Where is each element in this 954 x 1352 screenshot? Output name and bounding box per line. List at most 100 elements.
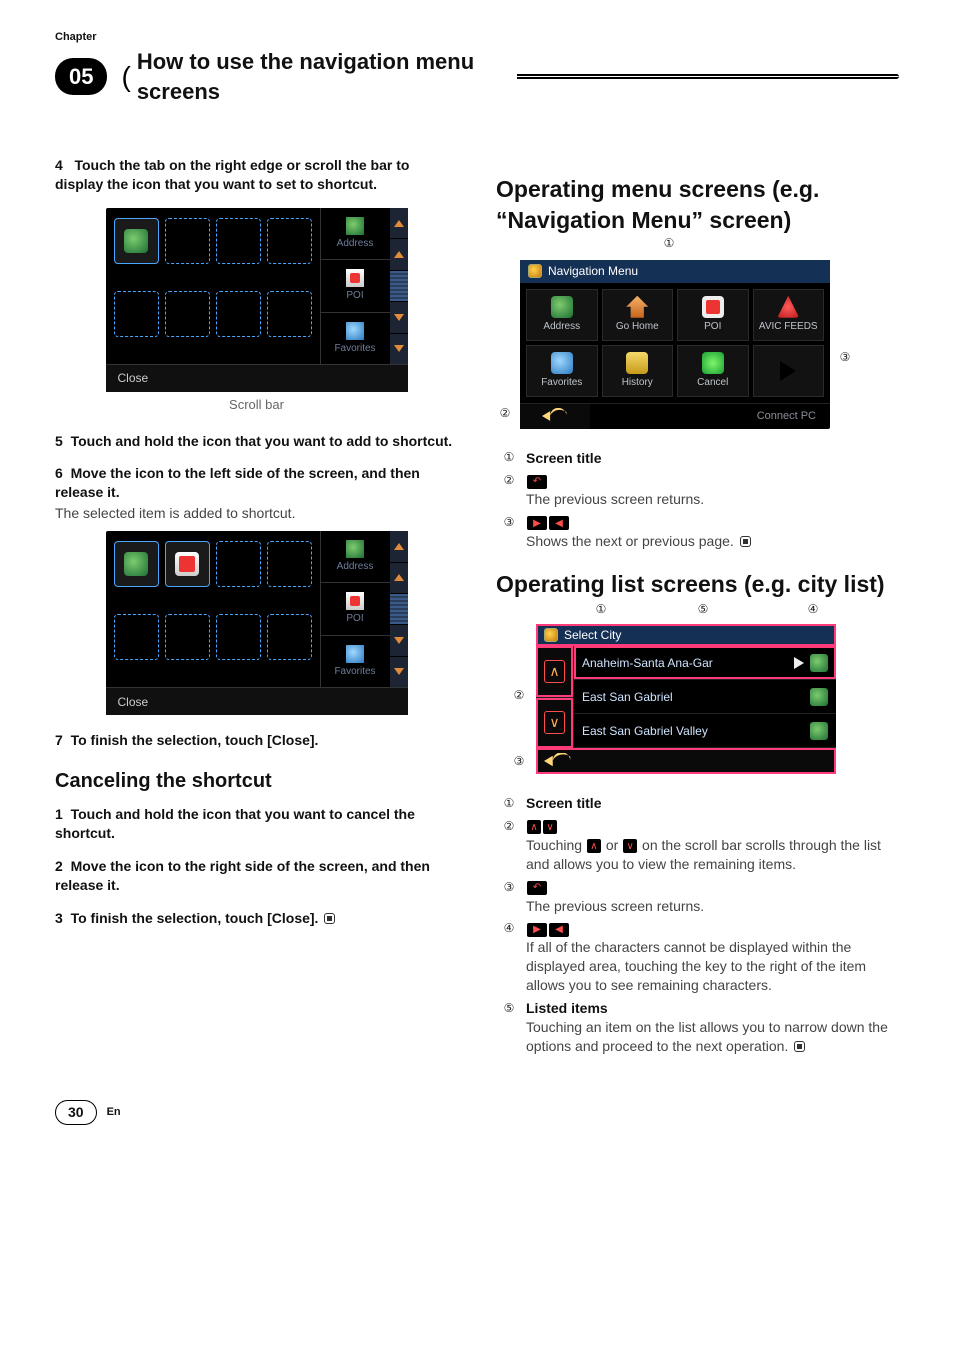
chevron-up-icon: ∧ bbox=[544, 660, 564, 683]
next-page-icon: ▶ bbox=[527, 516, 547, 530]
city-list-screenshot: Select City ∧ ∨ Anaheim-Santa Ana-Gar bbox=[536, 624, 836, 774]
tab-favorites[interactable]: Favorites bbox=[321, 636, 390, 687]
list-item[interactable]: East San Gabriel bbox=[574, 680, 836, 714]
page-number: 30 bbox=[55, 1100, 97, 1125]
cancel-step-1: 1 Touch and hold the icon that you want … bbox=[55, 805, 458, 843]
menu-favorites[interactable]: Favorites bbox=[526, 345, 598, 397]
scroll-down-icon: ∨ bbox=[623, 839, 637, 853]
left-column: 4 Touch the tab on the right edge or scr… bbox=[55, 156, 458, 1060]
shortcut-slot[interactable] bbox=[114, 218, 159, 264]
chevron-up-icon bbox=[394, 251, 404, 258]
scroll-down-button[interactable] bbox=[390, 334, 408, 364]
scroll-up-button[interactable] bbox=[390, 563, 408, 594]
menu-address[interactable]: Address bbox=[526, 289, 598, 341]
list-item[interactable]: East San Gabriel Valley bbox=[574, 714, 836, 748]
list-callout-1: ① Screen title bbox=[500, 794, 899, 813]
shortcut-slot[interactable] bbox=[165, 218, 210, 264]
scroll-down-button[interactable] bbox=[390, 657, 408, 687]
tab-address[interactable]: Address bbox=[321, 208, 390, 260]
shortcut-slot[interactable] bbox=[114, 291, 159, 337]
scrollbar-caption: Scroll bar bbox=[55, 396, 458, 414]
globe-icon bbox=[346, 217, 364, 235]
header-rule bbox=[517, 74, 899, 79]
list-scroll-up[interactable]: ∧ bbox=[536, 646, 573, 698]
shortcut-slot[interactable] bbox=[267, 218, 312, 264]
shortcut-slot[interactable] bbox=[216, 218, 261, 264]
more-text-icon[interactable] bbox=[794, 657, 804, 669]
menu-poi[interactable]: POI bbox=[677, 289, 749, 341]
chevron-up-icon bbox=[394, 543, 404, 550]
scroll-track[interactable] bbox=[390, 594, 408, 625]
step-6-body: The selected item is added to shortcut. bbox=[55, 504, 458, 523]
shortcut-slot[interactable] bbox=[165, 291, 210, 337]
menu-go-home[interactable]: Go Home bbox=[602, 289, 674, 341]
tab-poi[interactable]: POI bbox=[321, 583, 390, 635]
back-arrow-icon bbox=[544, 753, 572, 769]
scroll-track[interactable] bbox=[390, 271, 408, 302]
step-5: 5 Touch and hold the icon that you want … bbox=[55, 432, 458, 451]
scroll-up-button[interactable] bbox=[390, 531, 408, 562]
favorites-icon bbox=[346, 322, 364, 340]
back-button[interactable] bbox=[520, 404, 590, 429]
list-callout-5: ⑤ Listed items Touching an item on the l… bbox=[500, 999, 899, 1056]
favorites-icon bbox=[346, 645, 364, 663]
home-icon bbox=[626, 296, 648, 318]
tab-address[interactable]: Address bbox=[321, 531, 390, 583]
scroll-up-button[interactable] bbox=[390, 239, 408, 270]
scroll-up-button[interactable] bbox=[390, 208, 408, 239]
back-button[interactable] bbox=[536, 748, 836, 774]
annotation-2: ② bbox=[510, 686, 528, 704]
globe-icon bbox=[124, 552, 148, 576]
annotation-2: ② bbox=[496, 405, 514, 423]
section-end-icon bbox=[740, 536, 751, 547]
scroll-down-button[interactable] bbox=[390, 302, 408, 333]
screen-title: Select City bbox=[564, 627, 621, 643]
chapter-header: 05 ( How to use the navigation menu scre… bbox=[55, 47, 899, 106]
app-logo-icon bbox=[528, 264, 542, 278]
list-item[interactable]: Anaheim-Santa Ana-Gar bbox=[574, 646, 836, 680]
connect-pc-button[interactable]: Connect PC bbox=[743, 404, 830, 429]
shortcut-slot[interactable] bbox=[267, 614, 312, 660]
history-icon bbox=[626, 352, 648, 374]
shortcut-slot[interactable] bbox=[165, 614, 210, 660]
shortcut-slot[interactable] bbox=[267, 291, 312, 337]
menu-avic-feeds[interactable]: AVIC FEEDS bbox=[753, 289, 825, 341]
shortcut-slot[interactable] bbox=[267, 541, 312, 587]
scroll-down-button[interactable] bbox=[390, 625, 408, 656]
avic-icon bbox=[777, 296, 799, 318]
globe-icon bbox=[346, 540, 364, 558]
annotation-4: ④ bbox=[804, 600, 822, 618]
tab-favorites[interactable]: Favorites bbox=[321, 313, 390, 364]
map-pin-icon[interactable] bbox=[810, 722, 828, 740]
app-logo-icon bbox=[544, 628, 558, 642]
play-next-icon bbox=[780, 361, 796, 381]
menu-cancel[interactable]: Cancel bbox=[677, 345, 749, 397]
list-scroll-down[interactable]: ∨ bbox=[536, 698, 573, 749]
chevron-down-icon bbox=[394, 345, 404, 352]
scrollbar[interactable] bbox=[390, 208, 408, 364]
shortcut-slot[interactable] bbox=[216, 291, 261, 337]
scroll-down-icon: ∨ bbox=[543, 820, 557, 834]
scrollbar[interactable] bbox=[390, 531, 408, 687]
shortcut-slot[interactable] bbox=[114, 541, 159, 587]
shortcut-slot[interactable] bbox=[165, 541, 210, 587]
shortcut-slot[interactable] bbox=[216, 541, 261, 587]
menu-history[interactable]: History bbox=[602, 345, 674, 397]
scroll-up-icon: ∧ bbox=[527, 820, 541, 834]
favorites-icon bbox=[551, 352, 573, 374]
menu-next-page[interactable] bbox=[753, 345, 825, 397]
shortcut-slot[interactable] bbox=[114, 614, 159, 660]
close-button[interactable]: Close bbox=[118, 694, 149, 710]
map-pin-icon[interactable] bbox=[810, 688, 828, 706]
map-pin-icon[interactable] bbox=[810, 654, 828, 672]
operating-menu-heading: Operating menu screens (e.g. “Navigation… bbox=[496, 174, 899, 236]
chevron-down-icon: ∨ bbox=[544, 711, 564, 734]
poi-icon bbox=[346, 269, 364, 287]
shortcut-slot[interactable] bbox=[216, 614, 261, 660]
cancel-step-3: 3 To finish the selection, touch [Close]… bbox=[55, 909, 458, 928]
list-figure: ① ⑤ ④ ② ③ Select City ∧ ∨ bbox=[536, 616, 836, 774]
tab-poi[interactable]: POI bbox=[321, 260, 390, 312]
prev-page-icon: ◀ bbox=[549, 923, 569, 937]
chevron-down-icon bbox=[394, 314, 404, 321]
close-button[interactable]: Close bbox=[118, 370, 149, 386]
